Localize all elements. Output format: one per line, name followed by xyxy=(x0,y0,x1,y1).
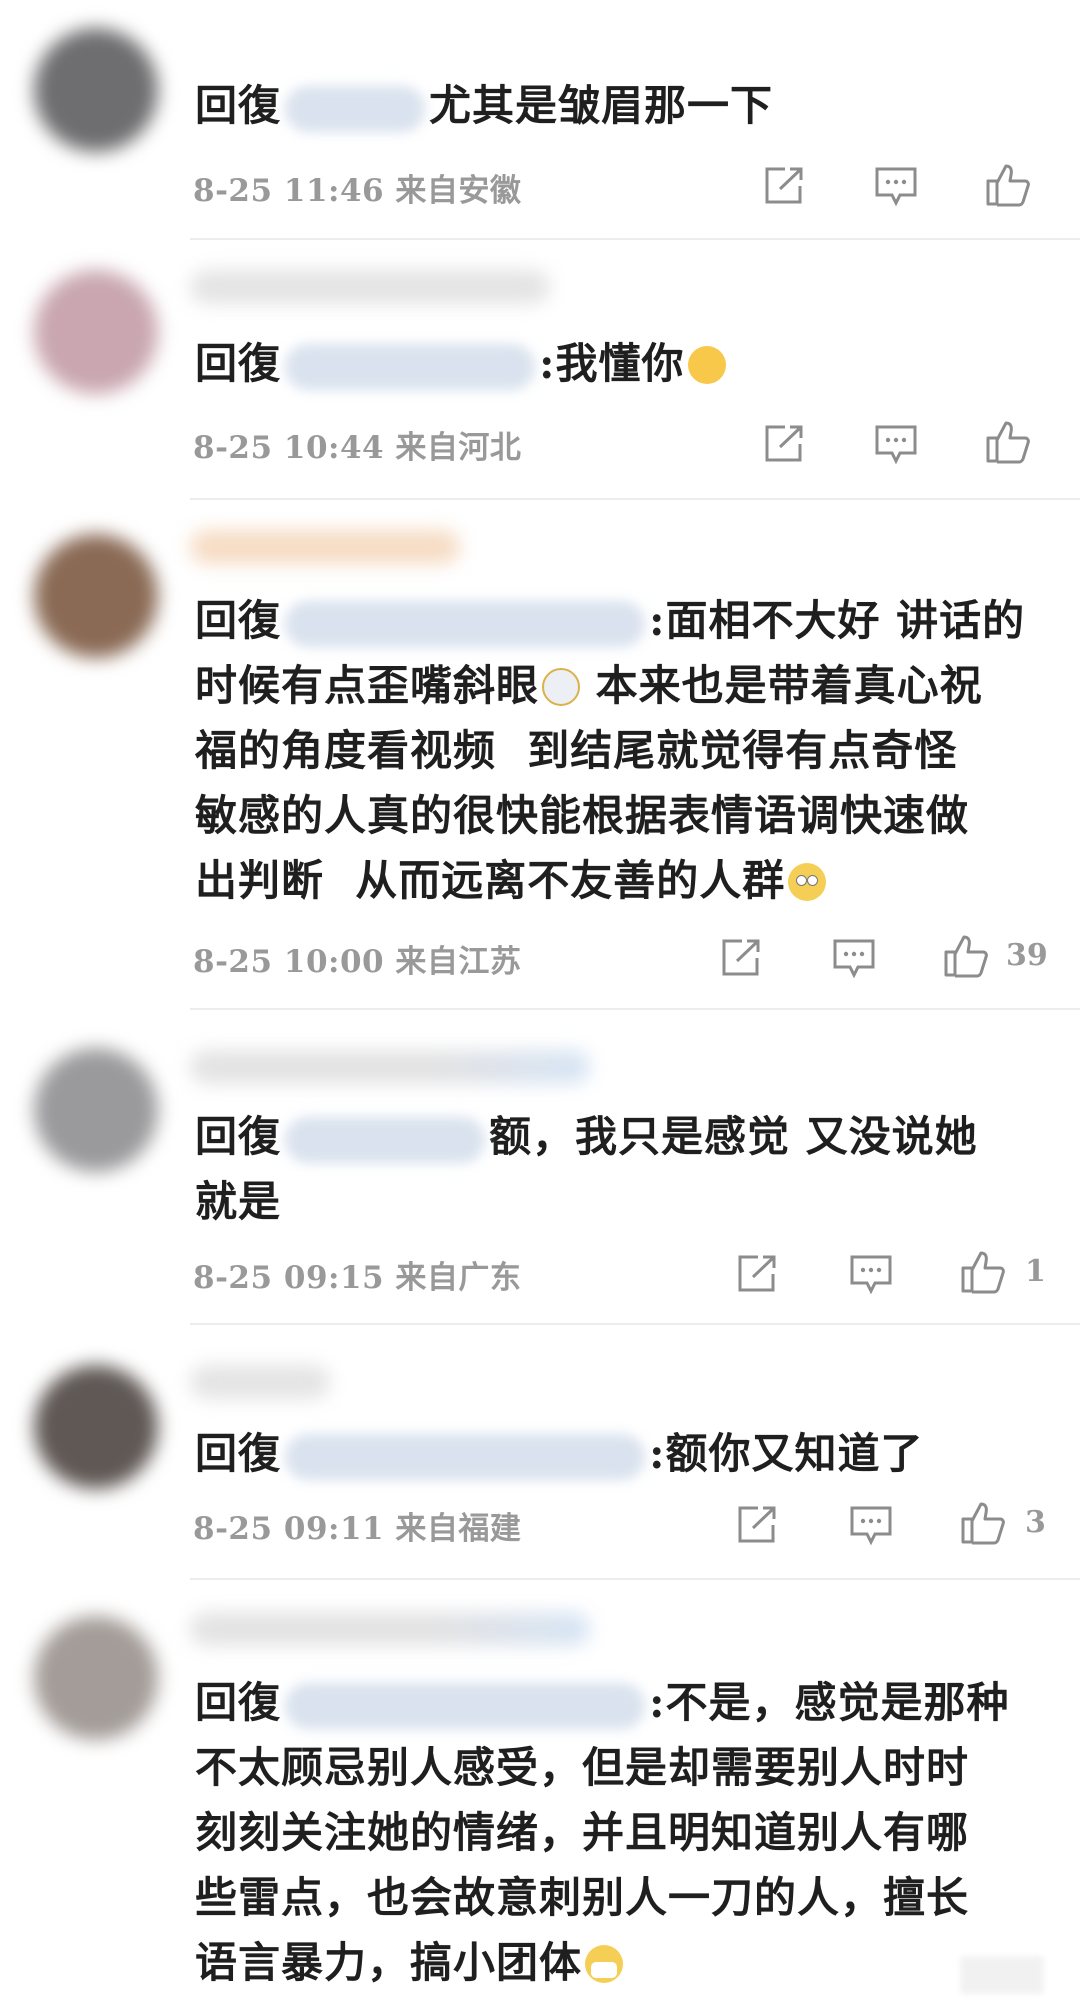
comment-body: 本来也是带着真心祝 xyxy=(580,661,983,710)
comment-location: 来自安徽 xyxy=(395,173,522,209)
thumbs-up-icon[interactable] xyxy=(985,420,1031,464)
reply-prefix: 回復 xyxy=(195,339,282,388)
comment-meta: 8-25 10:44 来自河北 xyxy=(193,422,521,467)
reply-icon[interactable] xyxy=(874,424,918,466)
watermark xyxy=(960,1956,1044,1994)
avatar[interactable] xyxy=(34,1365,158,1489)
blurred-username xyxy=(190,530,460,564)
comment-meta: 8-25 10:00 来自江苏 xyxy=(193,936,521,981)
avatar[interactable] xyxy=(34,534,158,658)
comment-body: :面相不大好 讲话的 xyxy=(649,596,1026,645)
thumbs-up-icon[interactable] xyxy=(960,1250,1006,1294)
dizzy-face-emoji xyxy=(542,668,581,706)
comment-text: 回復 :不是，感觉是那种 不太顾忌别人感受，但是却需要别人时时 刻刻关注她的情绪，… xyxy=(195,1670,1045,1995)
comment-date: 8-25 10:44 xyxy=(193,430,385,466)
thumbs-up-icon[interactable] xyxy=(943,934,989,978)
blurred-mention xyxy=(285,1117,486,1163)
comment-body: 尤其是皱眉那一下 xyxy=(429,81,774,130)
avatar[interactable] xyxy=(34,28,158,152)
reply-prefix: 回復 xyxy=(195,1678,282,1727)
blurred-username xyxy=(190,1612,590,1646)
share-icon[interactable] xyxy=(736,1505,778,1545)
comment-body: 福的角度看视频 到结尾就觉得有点奇怪 敏感的人真的很快能根据表情语调快速做 出判… xyxy=(195,726,970,905)
comment-item: 回復 :不是，感觉是那种 不太顾忌别人感受，但是却需要别人时时 刻刻关注她的情绪，… xyxy=(0,1580,1080,2014)
comment-body: :我懂你 xyxy=(539,339,685,388)
comment-item: 回復 :我懂你 8-25 10:44 来自河北 xyxy=(0,240,1080,500)
share-icon[interactable] xyxy=(763,424,805,464)
avatar[interactable] xyxy=(34,1048,158,1172)
comment-text: 回復 :面相不大好 讲话的 时候有点歪嘴斜眼 本来也是带着真心祝 福的角度看视频 … xyxy=(195,588,1045,913)
like-count: 3 xyxy=(1025,1505,1046,1540)
eye-roll-emoji xyxy=(788,863,827,901)
reply-prefix: 回復 xyxy=(195,1112,282,1161)
comment-item: 回復 :额你又知道了 8-25 09:11 来自福建 3 xyxy=(0,1325,1080,1580)
share-icon[interactable] xyxy=(736,1254,778,1294)
comment-date: 8-25 09:15 xyxy=(193,1260,385,1296)
comment-meta: 8-25 09:11 来自福建 xyxy=(193,1503,521,1548)
reply-prefix: 回復 xyxy=(195,81,282,130)
blurred-mention xyxy=(285,86,426,132)
share-icon[interactable] xyxy=(720,938,762,978)
comment-location: 来自广东 xyxy=(395,1260,522,1296)
comment-text: 回復 :我懂你 xyxy=(195,331,1045,396)
thumbs-up-icon[interactable] xyxy=(985,163,1031,207)
like-count: 39 xyxy=(1006,938,1048,973)
comment-body: 时候有点歪嘴斜眼 xyxy=(195,661,540,710)
comment-location: 来自福建 xyxy=(395,1511,522,1547)
blurred-username xyxy=(190,270,550,304)
comment-body: 额，我只是感觉 又没说她 xyxy=(489,1112,978,1161)
comment-body: :额你又知道了 xyxy=(649,1429,924,1478)
thumbs-up-icon[interactable] xyxy=(960,1501,1006,1545)
comment-body: :不是，感觉是那种 xyxy=(649,1678,1010,1727)
blurred-username xyxy=(190,1365,330,1399)
comment-meta: 8-25 09:15 来自广东 xyxy=(193,1252,521,1297)
reply-prefix: 回復 xyxy=(195,1429,282,1478)
comment-meta: 8-25 11:46 来自安徽 xyxy=(193,165,521,210)
comment-item: 回復 尤其是皱眉那一下 8-25 11:46 来自安徽 xyxy=(0,0,1080,240)
comment-body: 就是 xyxy=(195,1177,282,1226)
avatar[interactable] xyxy=(34,270,158,394)
like-count: 1 xyxy=(1025,1254,1046,1289)
comment-text: 回復 额，我只是感觉 又没说她 就是 xyxy=(195,1104,1045,1234)
comment-date: 8-25 10:00 xyxy=(193,944,385,980)
blurred-mention xyxy=(285,601,646,647)
reply-icon[interactable] xyxy=(832,938,876,980)
comment-date: 8-25 09:11 xyxy=(193,1511,385,1547)
avatar[interactable] xyxy=(34,1616,158,1740)
blurred-mention xyxy=(285,1434,646,1480)
blurred-mention xyxy=(285,344,536,390)
blurred-mention xyxy=(285,1683,646,1729)
mask-face-emoji xyxy=(585,1945,624,1983)
comment-text: 回復 尤其是皱眉那一下 xyxy=(195,73,1045,138)
share-icon[interactable] xyxy=(763,166,805,206)
reply-icon[interactable] xyxy=(849,1505,893,1547)
hug-emoji xyxy=(687,346,726,384)
comment-item: 回復 额，我只是感觉 又没说她 就是 8-25 09:15 来自广东 1 xyxy=(0,1010,1080,1325)
reply-icon[interactable] xyxy=(874,166,918,208)
comment-location: 来自河北 xyxy=(395,430,522,466)
comment-item: 回復 :面相不大好 讲话的 时候有点歪嘴斜眼 本来也是带着真心祝 福的角度看视频 … xyxy=(0,500,1080,1010)
comment-location: 来自江苏 xyxy=(395,944,522,980)
comment-date: 8-25 11:46 xyxy=(193,173,385,209)
comment-text: 回復 :额你又知道了 xyxy=(195,1421,1045,1486)
comment-body: 不太顾忌别人感受，但是却需要别人时时 刻刻关注她的情绪，并且明知道别人有哪 些雷… xyxy=(195,1743,970,1987)
reply-icon[interactable] xyxy=(849,1254,893,1296)
blurred-username xyxy=(190,1050,590,1084)
reply-prefix: 回復 xyxy=(195,596,282,645)
